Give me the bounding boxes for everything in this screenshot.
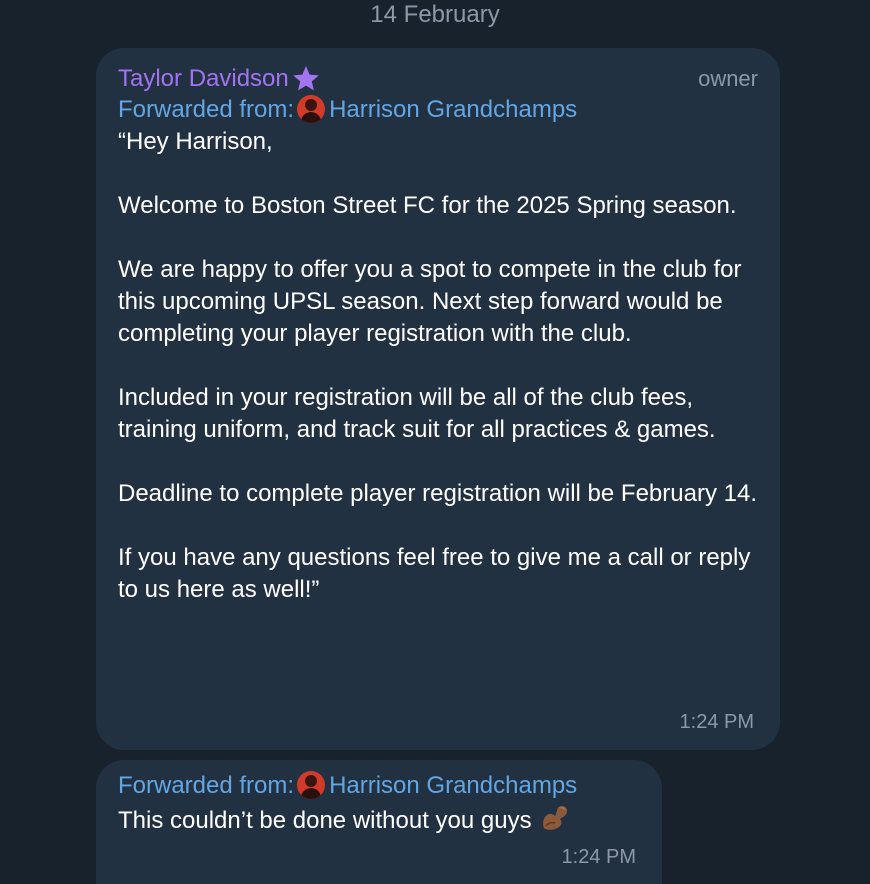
avatar[interactable] [297,95,326,123]
message-time: 1:24 PM [561,846,636,868]
message-bubble[interactable]: Taylor Davidson owner Forwarded from: Har… [96,48,780,750]
forwarded-label: Forwarded from: [118,96,295,123]
forwarded-from-name[interactable]: Harrison Grandchamps [329,772,577,799]
forwarded-from-name[interactable]: Harrison Grandchamps [329,96,577,123]
message-header: Taylor Davidson owner [118,64,758,94]
message-time: 1:24 PM [679,711,754,733]
forwarded-label: Forwarded from: [118,772,295,799]
flexed-biceps-icon [542,806,567,830]
message-bubble[interactable]: Forwarded from: Harrison Grandchamps This… [96,760,662,884]
sender-name[interactable]: Taylor Davidson [118,64,289,94]
message-text-row: This couldn’t be done without you guys [118,802,640,838]
role-tag: owner [698,66,758,91]
forwarded-header[interactable]: Forwarded from: Harrison Grandchamps [118,94,758,126]
message-text: “Hey Harrison, Welcome to Boston Street … [118,128,757,603]
date-separator: 14 February [370,1,500,28]
message-text: This couldn’t be done without you guys [118,807,532,834]
star-icon [292,66,319,91]
forwarded-header[interactable]: Forwarded from: Harrison Grandchamps [118,770,640,802]
avatar[interactable] [297,771,326,799]
